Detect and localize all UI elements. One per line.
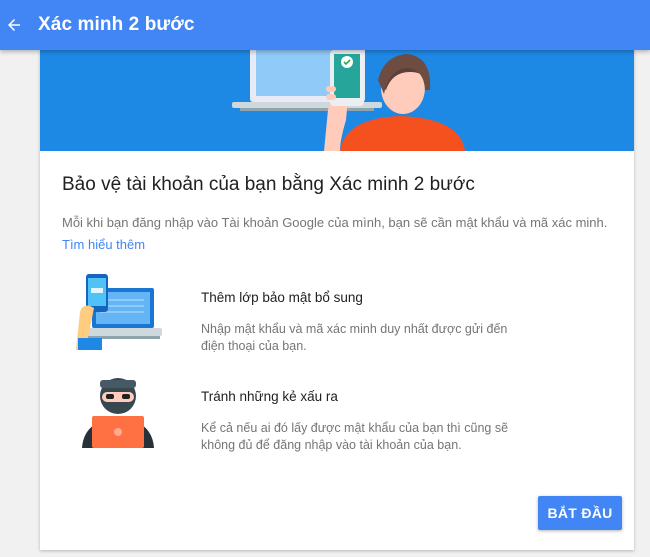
arrow-back-icon — [8, 19, 20, 31]
back-button[interactable] — [0, 0, 28, 50]
feature-desc-keep-bad-guys-out: Kể cả nếu ai đó lấy được mật khẩu của bạ… — [201, 421, 509, 452]
hacker-icon — [82, 378, 154, 448]
get-started-button[interactable]: BẮT ĐẦU — [538, 496, 622, 530]
feature-title-extra-security: Thêm lớp bảo mật bổ sung — [201, 290, 363, 305]
intro-text: Mỗi khi bạn đăng nhập vào Tài khoản Goog… — [62, 215, 608, 230]
app-bar: Xác minh 2 bước — [0, 0, 650, 50]
intro-description: Mỗi khi bạn đăng nhập vào Tài khoản Goog… — [62, 212, 622, 256]
person-phone-laptop-illustration — [232, 50, 465, 151]
page-title: Xác minh 2 bước — [38, 14, 195, 35]
hero-banner — [40, 50, 634, 151]
feature-desc-extra-security: Nhập mật khẩu và mã xác minh duy nhất đư… — [201, 322, 508, 353]
learn-more-link[interactable]: Tìm hiểu thêm — [62, 237, 145, 252]
phone-laptop-icon — [76, 274, 162, 350]
two-step-card: Bảo vệ tài khoản của bạn bằng Xác minh 2… — [40, 50, 634, 550]
section-heading: Bảo vệ tài khoản của bạn bằng Xác minh 2… — [62, 174, 475, 195]
feature-title-keep-bad-guys-out: Tránh những kẻ xấu ra — [201, 389, 338, 404]
